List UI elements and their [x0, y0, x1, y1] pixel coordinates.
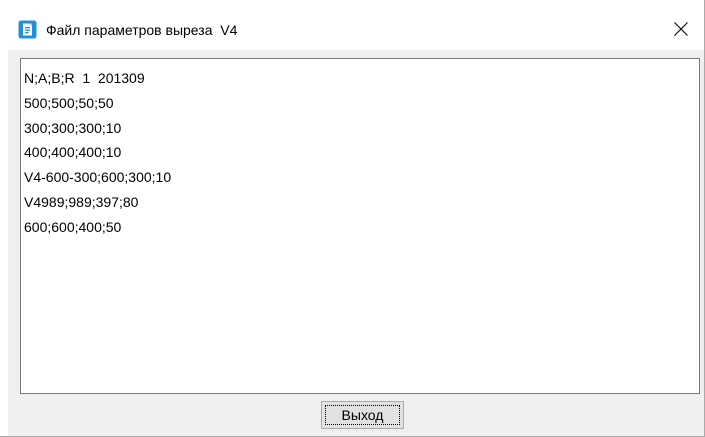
exit-button[interactable]: Выход: [321, 401, 404, 429]
app-document-icon: [18, 20, 37, 39]
close-icon: [674, 22, 688, 36]
dialog-window: Файл параметров выреза V4 N;A;B;R 1 2013…: [0, 0, 705, 437]
text-line: 400;400;400;10: [24, 144, 122, 161]
parameters-text-area[interactable]: N;A;B;R 1 201309 500;500;50;50 300;300;3…: [20, 58, 700, 394]
text-line: 500;500;50;50: [24, 94, 114, 111]
focus-ring: [325, 405, 400, 425]
close-button[interactable]: [658, 10, 704, 48]
text-line: 600;600;400;50: [24, 218, 122, 235]
title-bar[interactable]: Файл параметров выреза V4: [0, 0, 704, 50]
window-title: Файл параметров выреза V4: [46, 22, 238, 38]
text-line: 300;300;300;10: [24, 119, 122, 136]
dialog-client-area: N;A;B;R 1 201309 500;500;50;50 300;300;3…: [8, 50, 704, 436]
text-line: V4989;989;397;80: [24, 193, 139, 210]
text-line: V4-600-300;600;300;10: [24, 169, 172, 186]
text-line: N;A;B;R 1 201309: [24, 70, 145, 86]
